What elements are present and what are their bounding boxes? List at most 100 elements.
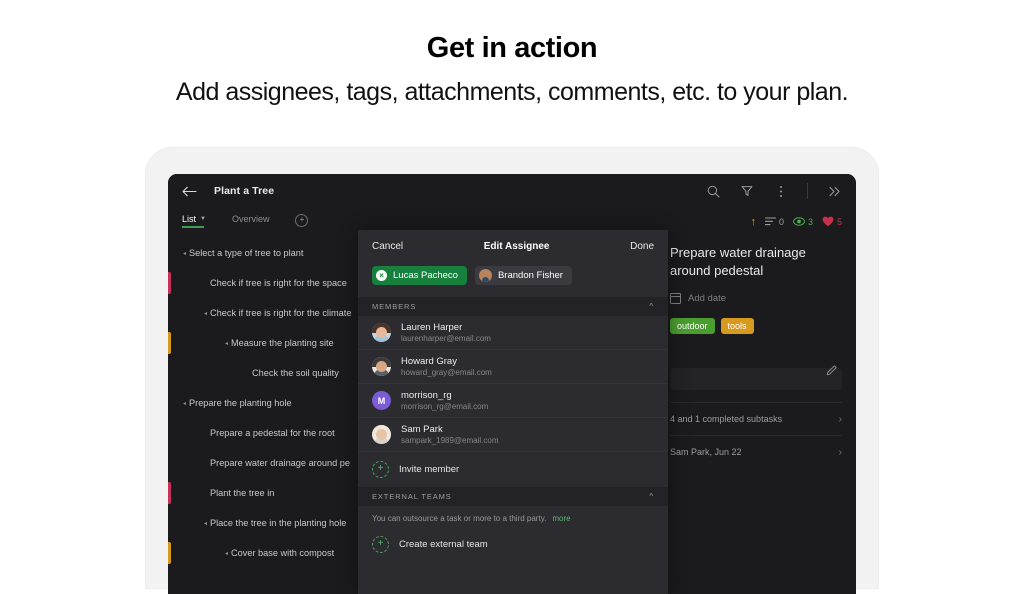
tag-chip[interactable]: outdoor xyxy=(670,318,715,335)
detail-task-title: Prepare water drainage around pedestal xyxy=(670,245,806,278)
tab-overview-label: Overview xyxy=(231,213,270,224)
task-priority-marker xyxy=(168,542,171,564)
member-list-item[interactable]: Mmorrison_rg morrison_rg@email.com xyxy=(358,384,668,418)
tag-chip[interactable]: tools xyxy=(720,318,754,335)
done-button[interactable]: Done xyxy=(630,241,654,252)
invite-member-button[interactable]: + Invite member xyxy=(358,452,668,487)
task-collapse-icon[interactable]: ◂ xyxy=(222,550,231,557)
chevron-right-icon: › xyxy=(838,446,842,458)
assignee-chip[interactable]: × Lucas Pacheco xyxy=(372,266,467,285)
app-topbar: Plant a Tree xyxy=(168,174,856,208)
member-list-item[interactable]: Lauren Harper laurenharper@email.com xyxy=(358,316,668,350)
plus-circle-icon: + xyxy=(372,461,389,478)
task-collapse-icon[interactable]: ◂ xyxy=(201,310,210,317)
arrow-left-icon[interactable] xyxy=(180,182,198,200)
avatar xyxy=(372,357,391,376)
avatar xyxy=(478,269,492,282)
chevron-up-icon[interactable]: ^ xyxy=(649,492,654,501)
task-collapse-icon[interactable]: ◂ xyxy=(180,250,189,257)
member-info: morrison_rg morrison_rg@email.com xyxy=(401,390,488,411)
task-meta-row: ↑ 0 3 5 xyxy=(670,212,842,232)
chevron-double-right-icon[interactable] xyxy=(826,183,842,199)
app-window: Plant a Tree List ▼ Overview + ◂ Select … xyxy=(168,174,856,594)
page-title: Get in action xyxy=(426,32,598,64)
assignee-link[interactable]: Sam Park, Jun 22 › xyxy=(670,435,842,468)
assignee-chip[interactable]: Brandon Fisher xyxy=(474,266,572,285)
tab-overview[interactable]: Overview xyxy=(232,214,270,227)
external-teams-more-link[interactable]: more xyxy=(552,514,570,523)
chevron-right-icon: › xyxy=(838,413,842,425)
avatar xyxy=(372,323,391,342)
subtask-count-value: 0 xyxy=(778,217,784,227)
members-section-header[interactable]: MEMBERS ^ xyxy=(358,297,668,316)
chevron-down-icon: ▼ xyxy=(200,215,206,222)
avatar: M xyxy=(372,391,391,410)
subtasks-link-label: 4 and 1 completed subtasks xyxy=(670,414,783,425)
member-info: Lauren Harper laurenharper@email.com xyxy=(401,322,491,343)
view-count: 3 xyxy=(793,216,813,228)
invite-member-label: Invite member xyxy=(399,464,460,475)
assignee-link-label: Sam Park, Jun 22 xyxy=(670,447,742,458)
calendar-icon xyxy=(670,293,681,305)
task-collapse-icon[interactable]: ◂ xyxy=(201,520,210,527)
search-icon[interactable] xyxy=(705,183,721,199)
description-field[interactable] xyxy=(670,368,842,391)
member-email: laurenharper@email.com xyxy=(401,334,491,343)
topbar-actions xyxy=(705,183,842,199)
task-detail-panel: ↑ 0 3 5 Prepare water drainage around pe… xyxy=(656,212,856,594)
member-list-item[interactable]: Howard Gray howard_gray@email.com xyxy=(358,350,668,384)
task-caret-placeholder: ◂ xyxy=(201,490,210,497)
external-teams-note: You can outsource a task or more to a th… xyxy=(358,506,668,527)
member-info: Sam Park sampark_1989@email.com xyxy=(401,424,499,445)
pencil-icon[interactable] xyxy=(826,364,838,379)
member-name: morrison_rg xyxy=(401,390,452,401)
add-date-label: Add date xyxy=(688,293,727,305)
plus-circle-icon: + xyxy=(372,536,389,553)
view-count-value: 3 xyxy=(807,217,813,227)
task-collapse-icon[interactable]: ◂ xyxy=(180,400,189,407)
tab-list[interactable]: List ▼ xyxy=(182,213,206,228)
tab-list-label: List xyxy=(182,213,197,224)
page-subtitle: Add assignees, tags, attachments, commen… xyxy=(175,77,849,106)
task-collapse-icon[interactable]: ◂ xyxy=(222,340,231,347)
avatar xyxy=(372,425,391,444)
member-email: sampark_1989@email.com xyxy=(401,436,499,445)
due-date-row[interactable]: Add date xyxy=(670,293,842,305)
assignee-chip-label: Brandon Fisher xyxy=(497,270,563,281)
arrow-up-icon: ↑ xyxy=(750,215,756,228)
assignee-chip-label: Lucas Pacheco xyxy=(393,270,458,281)
external-teams-note-text: You can outsource a task or more to a th… xyxy=(372,514,547,523)
subtasks-link[interactable]: 4 and 1 completed subtasks › xyxy=(670,402,842,435)
cancel-button[interactable]: Cancel xyxy=(372,241,403,252)
chevron-up-icon[interactable]: ^ xyxy=(649,302,654,311)
modal-title: Edit Assignee xyxy=(483,240,550,252)
create-external-team-label: Create external team xyxy=(399,539,488,550)
member-email: morrison_rg@email.com xyxy=(401,402,489,411)
promo-header: Get in action Add assignees, tags, attac… xyxy=(0,0,1024,106)
task-priority-marker xyxy=(168,272,171,294)
selected-assignee-chips: × Lucas Pacheco Brandon Fisher xyxy=(358,262,668,297)
member-list-item[interactable]: Sam Park sampark_1989@email.com xyxy=(358,418,668,452)
member-info: Howard Gray howard_gray@email.com xyxy=(401,356,492,377)
subtask-list-icon xyxy=(764,216,777,228)
add-view-button[interactable]: + xyxy=(295,213,309,227)
task-caret-placeholder: ◂ xyxy=(243,370,252,377)
tablet-screen: Plant a Tree List ▼ Overview + ◂ Select … xyxy=(168,174,856,594)
tag-list: outdoor tools xyxy=(670,318,842,335)
like-count: 5 xyxy=(822,216,842,229)
filter-icon[interactable] xyxy=(739,183,755,199)
external-teams-section-label: EXTERNAL TEAMS xyxy=(372,492,452,501)
external-teams-section-header[interactable]: EXTERNAL TEAMS ^ xyxy=(358,487,668,506)
edit-assignee-modal: Cancel Edit Assignee Done × Lucas Pacheco… xyxy=(358,230,668,594)
create-external-team-button[interactable]: + Create external team xyxy=(358,527,668,562)
members-section-label: MEMBERS xyxy=(372,302,417,311)
task-caret-placeholder: ◂ xyxy=(201,460,210,467)
like-count-value: 5 xyxy=(836,217,842,227)
tablet-frame: Plant a Tree List ▼ Overview + ◂ Select … xyxy=(146,148,878,594)
more-vertical-icon[interactable] xyxy=(773,183,789,199)
eye-icon xyxy=(793,216,805,228)
subtask-count: 0 xyxy=(764,216,784,228)
modal-header: Cancel Edit Assignee Done xyxy=(358,230,668,262)
remove-assignee-icon[interactable]: × xyxy=(376,270,387,281)
topbar-divider xyxy=(807,183,808,199)
